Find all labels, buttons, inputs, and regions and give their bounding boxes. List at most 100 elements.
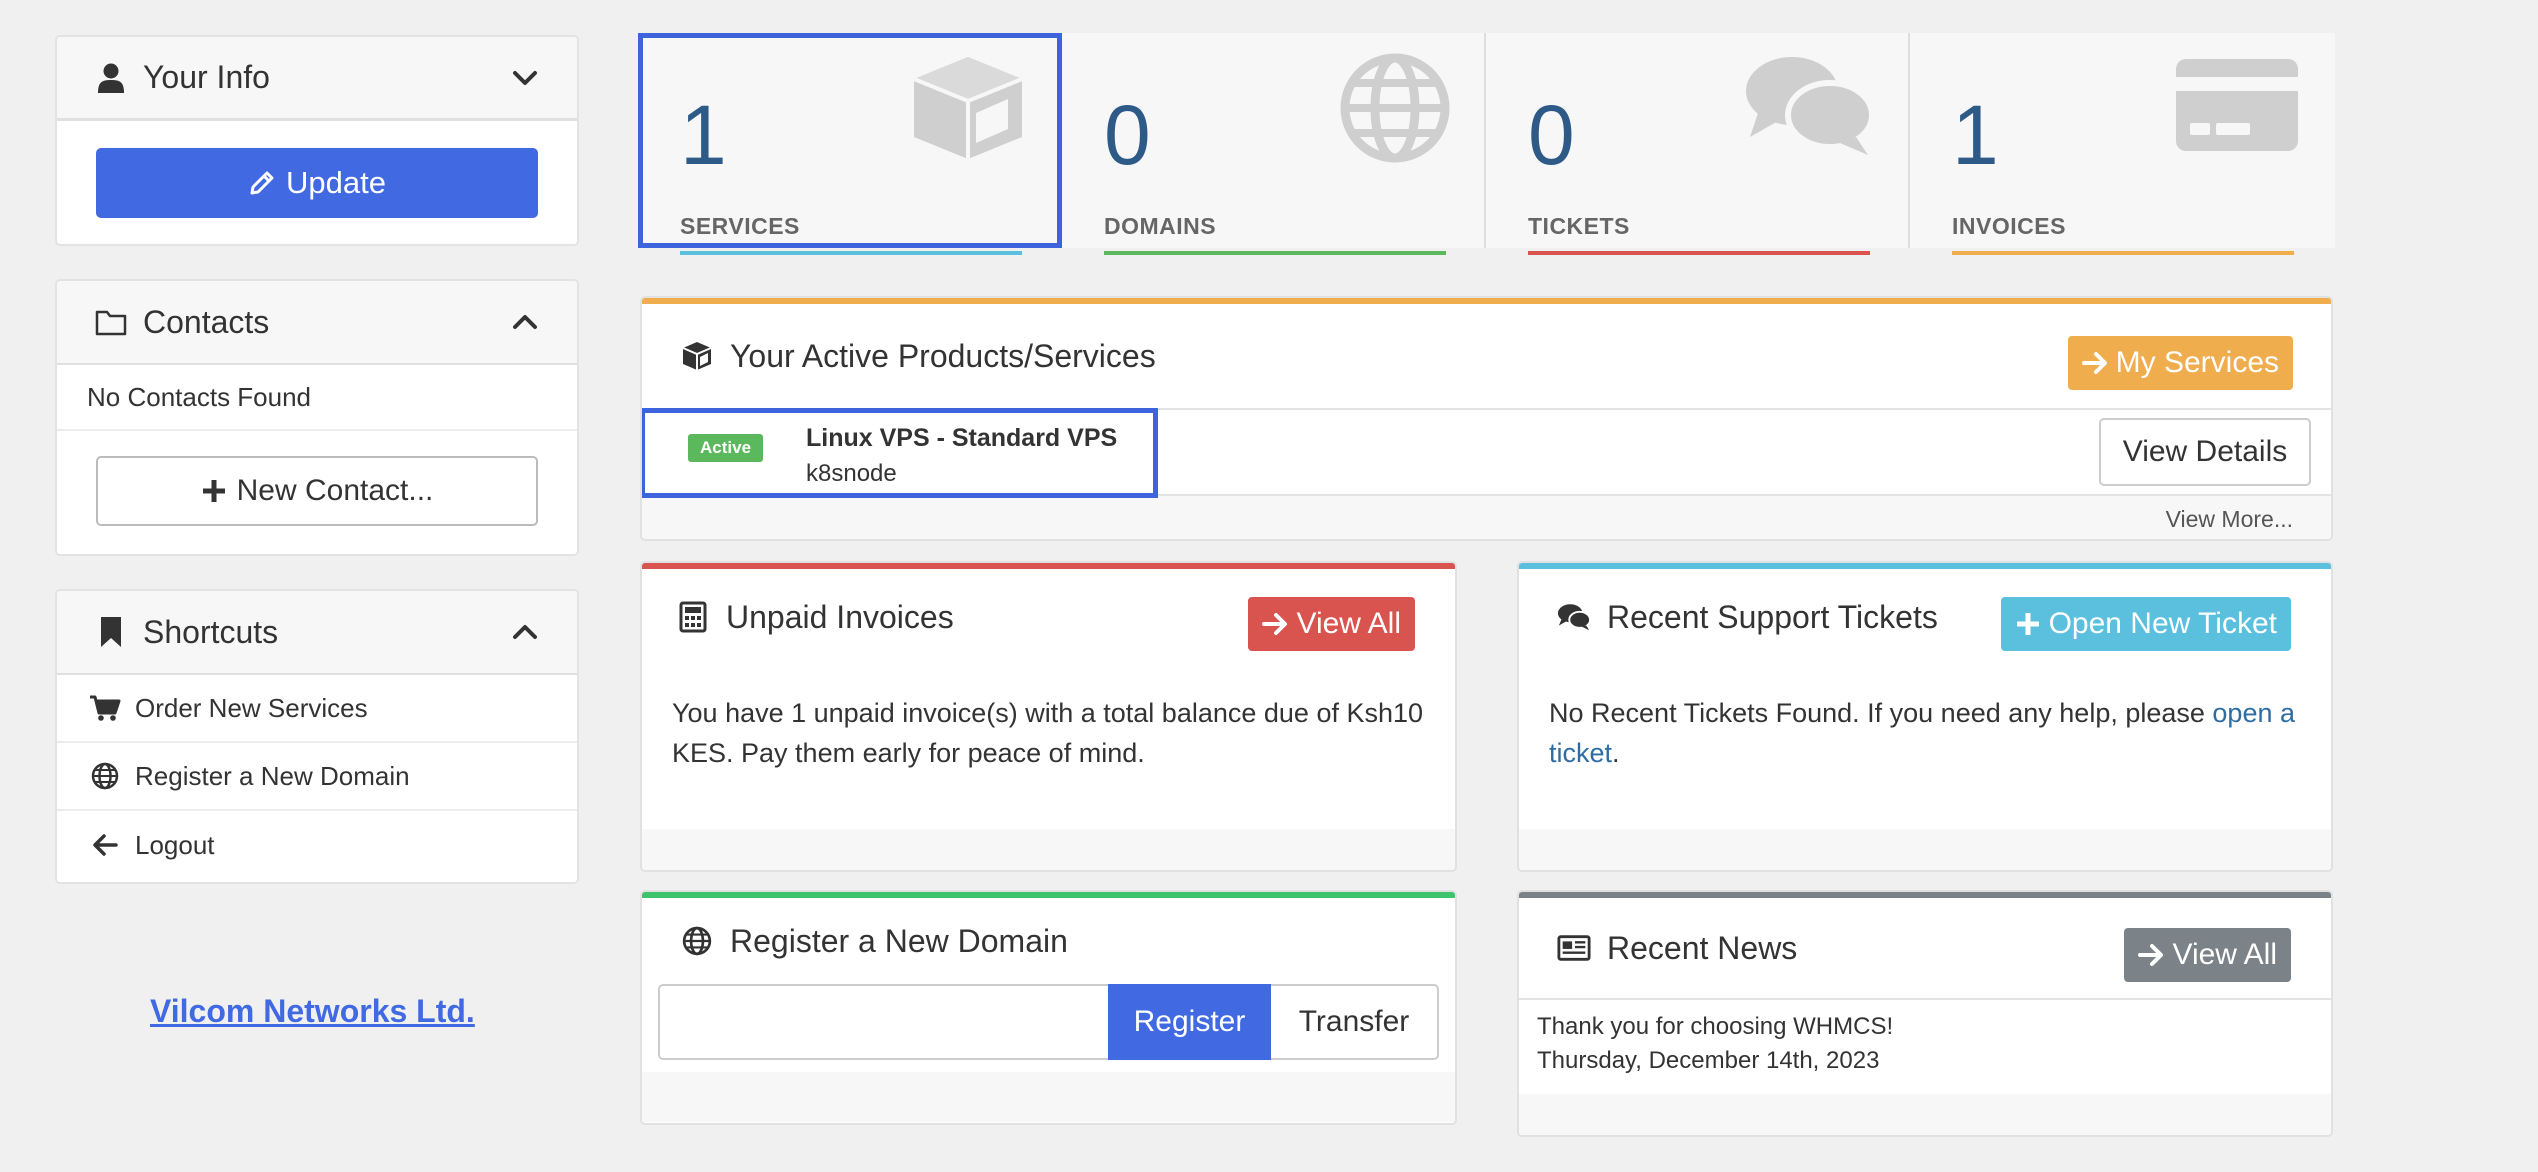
update-label: Update <box>286 165 386 200</box>
open-ticket-label: Open New Ticket <box>2048 607 2277 640</box>
view-all-label: View All <box>1296 607 1401 640</box>
register-domain-header: Register a New Domain <box>642 898 1455 984</box>
globe-icon <box>89 761 121 791</box>
newspaper-icon <box>1557 931 1591 965</box>
stat-label: INVOICES <box>1952 213 2066 239</box>
domain-search-input[interactable] <box>658 984 1108 1060</box>
unpaid-invoices-message: You have 1 unpaid invoice(s) with a tota… <box>672 698 1424 768</box>
no-contacts-text: No Contacts Found <box>57 365 577 431</box>
product-row[interactable]: Active Linux VPS - Standard VPS k8snode … <box>642 408 2331 498</box>
shortcuts-header[interactable]: Shortcuts <box>57 591 577 675</box>
card-footer <box>1519 829 2331 870</box>
status-badge: Active <box>688 434 764 462</box>
globe-icon <box>680 924 714 958</box>
arrow-right-icon <box>2138 944 2164 966</box>
view-more-footer: View More... <box>642 496 2331 539</box>
register-button[interactable]: Register <box>1108 984 1271 1060</box>
card-footer <box>1519 1094 2331 1135</box>
stat-number: 0 <box>1104 88 1151 182</box>
unpaid-invoices-title: Unpaid Invoices <box>726 598 954 635</box>
stat-underline <box>1104 251 1446 255</box>
tickets-message-prefix: No Recent Tickets Found. If you need any… <box>1549 698 2213 728</box>
new-contact-label: New Contact... <box>236 474 434 507</box>
invoices-view-all-button[interactable]: View All <box>1248 597 1415 651</box>
unpaid-invoices-header: Unpaid Invoices View All <box>642 569 1455 665</box>
cube-icon <box>680 339 714 373</box>
bookmark-icon <box>95 616 127 648</box>
stat-tile-tickets[interactable]: 0 TICKETS <box>1486 33 1910 255</box>
your-info-title: Your Info <box>143 59 270 95</box>
shortcut-label: Register a New Domain <box>135 760 410 791</box>
view-details-button[interactable]: View Details <box>2099 418 2311 486</box>
chevron-up-icon[interactable] <box>511 618 539 646</box>
unpaid-invoices-card: Unpaid Invoices View All You have 1 unpa… <box>640 561 1457 872</box>
credit-card-icon <box>2176 59 2298 151</box>
stat-underline <box>1528 251 1870 255</box>
shortcut-register-domain[interactable]: Register a New Domain <box>57 743 577 811</box>
arrow-left-icon <box>89 830 121 860</box>
shortcut-logout[interactable]: Logout <box>57 811 577 879</box>
arrow-right-icon <box>2081 352 2107 374</box>
active-products-header: Your Active Products/Services My Service… <box>642 304 2331 410</box>
view-details-label: View Details <box>2122 435 2288 468</box>
shortcut-order-new-services[interactable]: Order New Services <box>57 675 577 743</box>
your-info-panel: Your Info Update <box>55 35 579 246</box>
tickets-message-suffix: . <box>1612 738 1620 768</box>
brand-link[interactable]: Vilcom Networks Ltd. <box>150 993 475 1030</box>
comments-icon <box>1746 57 1874 155</box>
stat-label: DOMAINS <box>1104 213 1217 239</box>
register-label: Register <box>1133 1005 1246 1038</box>
stat-tile-domains[interactable]: 0 DOMAINS <box>1062 33 1486 255</box>
pencil-icon <box>250 171 274 195</box>
recent-news-title: Recent News <box>1607 929 1798 966</box>
card-footer <box>642 829 1455 870</box>
arrow-right-icon <box>1262 613 1288 635</box>
active-products-card: Your Active Products/Services My Service… <box>640 296 2333 541</box>
cube-icon <box>913 57 1023 159</box>
register-domain-title: Register a New Domain <box>730 922 1068 959</box>
chevron-up-icon[interactable] <box>511 308 539 336</box>
cart-icon <box>89 693 121 723</box>
card-footer <box>642 1072 1455 1122</box>
contacts-panel: Contacts No Contacts Found New Contact..… <box>55 279 579 556</box>
stat-label: SERVICES <box>680 213 800 239</box>
shortcut-label: Order New Services <box>135 692 368 723</box>
register-domain-card: Register a New Domain Register Transfer <box>640 890 1457 1125</box>
your-info-header[interactable]: Your Info <box>57 37 577 121</box>
stat-underline <box>680 251 1022 255</box>
stat-number: 1 <box>1952 88 1999 182</box>
news-item[interactable]: Thank you for choosing WHMCS! Thursday, … <box>1519 1000 2331 1094</box>
folder-icon <box>95 306 127 338</box>
news-headline: Thank you for choosing WHMCS! <box>1537 1013 1894 1040</box>
news-date: Thursday, December 14th, 2023 <box>1537 1047 1880 1074</box>
active-products-title: Your Active Products/Services <box>730 337 1156 374</box>
chevron-down-icon[interactable] <box>511 64 539 92</box>
transfer-label: Transfer <box>1298 1005 1410 1038</box>
plus-icon <box>202 480 225 502</box>
recent-news-card: Recent News View All Thank you for choos… <box>1517 890 2333 1137</box>
update-button[interactable]: Update <box>96 148 538 218</box>
transfer-button[interactable]: Transfer <box>1271 984 1439 1060</box>
new-contact-button[interactable]: New Contact... <box>96 456 538 526</box>
stats-row: 1 SERVICES 0 DOMAINS 0 TICKETS 1 INVOICE… <box>638 33 2335 255</box>
stat-tile-invoices[interactable]: 1 INVOICES <box>1910 33 2334 255</box>
shortcuts-title: Shortcuts <box>143 613 279 650</box>
comments-icon <box>1557 600 1591 634</box>
recent-tickets-card: Recent Support Tickets Open New Ticket N… <box>1517 561 2333 872</box>
calculator-icon <box>676 600 710 634</box>
contacts-header[interactable]: Contacts <box>57 281 577 365</box>
product-hostname: k8snode <box>806 460 897 487</box>
my-services-button[interactable]: My Services <box>2067 336 2293 390</box>
recent-tickets-header: Recent Support Tickets Open New Ticket <box>1519 569 2331 665</box>
domain-search-row: Register Transfer <box>642 984 1455 1062</box>
recent-tickets-message: No Recent Tickets Found. If you need any… <box>1519 665 2331 829</box>
user-icon <box>95 62 127 94</box>
news-view-all-button[interactable]: View All <box>2124 928 2291 982</box>
recent-news-header: Recent News View All <box>1519 898 2331 1000</box>
stat-tile-services[interactable]: 1 SERVICES <box>638 33 1062 255</box>
stat-number: 0 <box>1528 88 1575 182</box>
stat-number: 1 <box>680 88 727 182</box>
view-more-link[interactable]: View More... <box>2166 506 2293 533</box>
shortcut-label: Logout <box>135 829 215 860</box>
open-new-ticket-button[interactable]: Open New Ticket <box>2000 597 2291 651</box>
